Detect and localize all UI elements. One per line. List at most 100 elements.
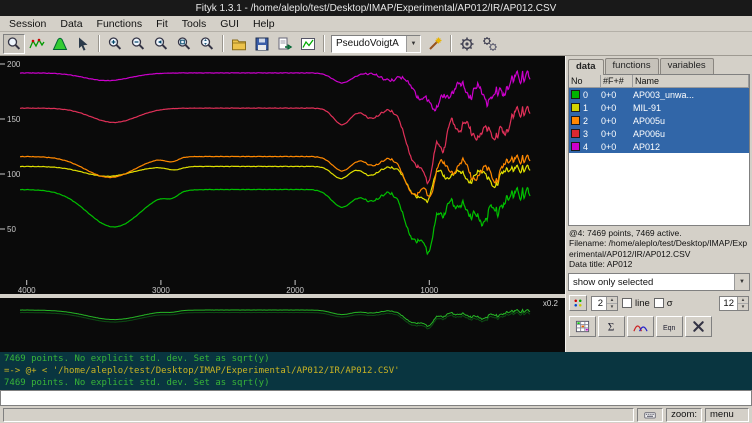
overlap-icon xyxy=(633,319,648,334)
dataset-row[interactable]: 30+0AP006u xyxy=(569,127,749,140)
folder-icon xyxy=(231,36,247,52)
point-style-button[interactable] xyxy=(569,295,587,311)
sigma-checkbox[interactable]: σ xyxy=(654,298,673,309)
svg-text:4000: 4000 xyxy=(18,286,36,294)
menu-session[interactable]: Session xyxy=(2,17,53,31)
dataset-fcount: 0+0 xyxy=(601,129,633,139)
save-image-button[interactable] xyxy=(297,34,319,54)
output-console[interactable]: 7469 points. No explicit std. dev. Set a… xyxy=(0,352,752,390)
spinner-arrows-icon[interactable]: ▲▼ xyxy=(606,297,617,310)
status-menu[interactable]: menu xyxy=(705,408,749,422)
command-input[interactable] xyxy=(0,390,752,406)
dataset-fcount: 0+0 xyxy=(601,142,633,152)
zoom-all-button[interactable] xyxy=(173,34,195,54)
titlebar: Fityk 1.3.1 - /home/aleplo/test/Desktop/… xyxy=(0,0,752,16)
main-plot-canvas[interactable]: 200150100504000300020001000 xyxy=(0,56,565,294)
continue-fit-button[interactable] xyxy=(479,34,501,54)
equation-button[interactable]: Eqn xyxy=(656,316,683,337)
console-line: 7469 points. No explicit std. dev. Set a… xyxy=(4,353,748,365)
dataset-color-swatch[interactable] xyxy=(571,129,580,138)
menubar: SessionDataFunctionsFitToolsGUIHelp xyxy=(0,16,752,32)
export-icon xyxy=(277,36,293,52)
previous-zoom-button[interactable] xyxy=(150,34,172,54)
svg-text:Σ: Σ xyxy=(608,322,615,334)
column-header-no[interactable]: No xyxy=(569,75,601,87)
chevron-down-icon[interactable]: ▼ xyxy=(734,274,749,290)
zoom-vertical-button[interactable] xyxy=(196,34,218,54)
console-line: =-> @+ < '/home/aleplo/test/Desktop/IMAP… xyxy=(4,365,748,377)
toolbar-separator xyxy=(450,35,452,52)
peak-type-dropdown[interactable]: PseudoVoigtA ▼ xyxy=(331,35,421,53)
dataset-list[interactable]: No#F+#Name 00+0AP003_unwa...10+0MIL-9120… xyxy=(568,74,750,226)
dataset-fcount: 0+0 xyxy=(601,90,633,100)
point-size-value: 2 xyxy=(592,297,606,310)
command-line xyxy=(0,390,752,406)
dataset-color-swatch[interactable] xyxy=(571,90,580,99)
chevron-down-icon[interactable]: ▼ xyxy=(406,36,420,52)
checkbox-box[interactable] xyxy=(622,298,632,308)
spinner-arrows-icon[interactable]: ▲▼ xyxy=(737,297,748,310)
tab-functions[interactable]: functions xyxy=(605,58,659,74)
toolbar-separator xyxy=(323,35,325,52)
filter-dropdown-value: show only selected xyxy=(573,277,653,288)
dataset-row[interactable]: 00+0AP003_unwa... xyxy=(569,88,749,101)
mode-activate-data-button[interactable] xyxy=(72,34,94,54)
line-checkbox[interactable]: line xyxy=(622,298,650,309)
menu-help[interactable]: Help xyxy=(246,17,282,31)
sidebar-fill xyxy=(566,339,752,352)
mode-add-peak-button[interactable] xyxy=(49,34,71,54)
delete-dataset-button[interactable] xyxy=(685,316,712,337)
dataset-color-swatch[interactable] xyxy=(571,103,580,112)
toolbar-separator xyxy=(98,35,100,52)
show-functions-button[interactable] xyxy=(627,316,654,337)
column-header-name[interactable]: Name xyxy=(633,75,749,87)
dataset-number: 1 xyxy=(583,103,601,113)
shift-spinner[interactable]: 12 ▲▼ xyxy=(719,296,749,311)
dataset-row[interactable]: 40+0AP012 xyxy=(569,140,749,153)
menu-gui[interactable]: GUI xyxy=(213,17,246,31)
zoom-in-button[interactable] xyxy=(104,34,126,54)
menu-fit[interactable]: Fit xyxy=(149,17,175,31)
show-data-table-button[interactable] xyxy=(569,316,596,337)
dataset-row[interactable]: 20+0AP005u xyxy=(569,114,749,127)
zoom-out-button[interactable] xyxy=(127,34,149,54)
dataset-info: @4: 7469 points, 7469 active. Filename: … xyxy=(566,226,752,272)
aux-plot-canvas[interactable] xyxy=(0,298,565,352)
dataset-row[interactable]: 10+0MIL-91 xyxy=(569,101,749,114)
gear-icon xyxy=(459,36,475,52)
checkbox-box[interactable] xyxy=(654,298,664,308)
auto-add-peak-button[interactable] xyxy=(424,34,446,54)
open-data-button[interactable] xyxy=(228,34,250,54)
filter-dropdown[interactable]: show only selected ▼ xyxy=(568,273,750,291)
aux-plot[interactable]: x0.2 xyxy=(0,298,565,352)
run-fit-button[interactable] xyxy=(456,34,478,54)
column-header-f[interactable]: #F+# xyxy=(601,75,633,87)
tab-data[interactable]: data xyxy=(568,59,604,75)
menu-data[interactable]: Data xyxy=(53,17,89,31)
mag-prev-icon xyxy=(153,36,169,52)
menu-tools[interactable]: Tools xyxy=(175,17,214,31)
dataset-color-swatch[interactable] xyxy=(571,142,580,151)
console-line: 7469 points. No explicit std. dev. Set a… xyxy=(4,377,748,389)
pointer-icon xyxy=(75,36,91,52)
svg-text:100: 100 xyxy=(7,170,21,179)
window-title: Fityk 1.3.1 - /home/aleplo/test/Desktop/… xyxy=(196,3,557,14)
fityk-window: Fityk 1.3.1 - /home/aleplo/test/Desktop/… xyxy=(0,0,752,423)
main-plot[interactable]: 200150100504000300020001000 xyxy=(0,56,565,294)
dataset-color-swatch[interactable] xyxy=(571,116,580,125)
tab-variables[interactable]: variables xyxy=(660,58,714,74)
dataset-info-line: Data title: AP012 xyxy=(569,259,749,269)
grid-icon xyxy=(575,319,590,334)
sum-functions-button[interactable]: Σ xyxy=(598,316,625,337)
svg-text:1000: 1000 xyxy=(420,286,438,294)
dataset-rows: 00+0AP003_unwa...10+0MIL-9120+0AP005u30+… xyxy=(569,88,749,225)
mode-zoom-button[interactable] xyxy=(3,34,25,54)
peak-type-value: PseudoVoigtA xyxy=(336,38,399,49)
dataset-info-line: @4: 7469 points, 7469 active. xyxy=(569,228,749,238)
mode-data-range-button[interactable] xyxy=(26,34,48,54)
menu-functions[interactable]: Functions xyxy=(90,17,150,31)
export-data-button[interactable] xyxy=(274,34,296,54)
save-session-button[interactable] xyxy=(251,34,273,54)
dataset-name: AP005u xyxy=(633,116,749,126)
point-size-spinner[interactable]: 2 ▲▼ xyxy=(591,296,618,311)
